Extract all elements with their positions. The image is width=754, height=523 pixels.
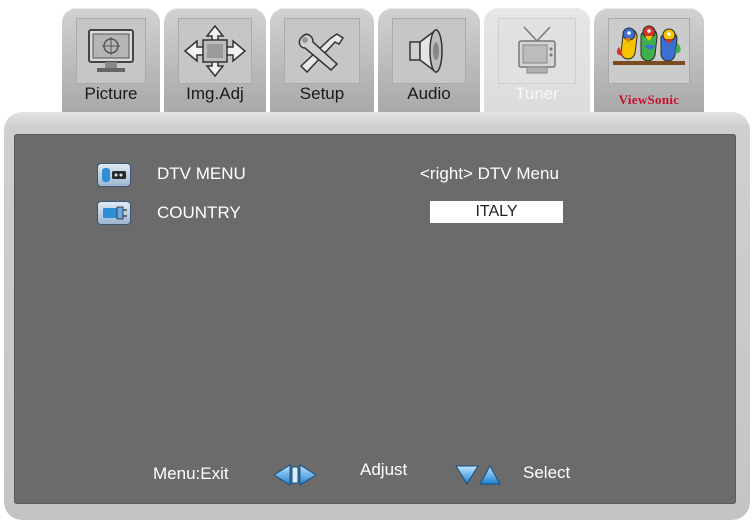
tab-label: Img.Adj [186,84,244,103]
move-arrows-icon [178,18,252,84]
dtv-icon [97,163,131,187]
tab-viewsonic[interactable]: ViewSonic [594,8,704,112]
speaker-icon [392,18,466,84]
tv-antenna-icon [498,18,576,84]
left-right-arrows-icon [272,462,318,488]
dtv-menu-value[interactable]: <right> DTV Menu [420,164,559,184]
menu-exit-hint: Menu:Exit [153,464,229,483]
tab-tuner[interactable]: Tuner [484,8,590,112]
tab-label: Tuner [515,84,559,103]
tab-audio[interactable]: Audio [378,8,480,112]
country-value-field[interactable]: ITALY [430,201,563,223]
tab-setup[interactable]: Setup [270,8,374,112]
tab-img-adj[interactable]: Img.Adj [164,8,266,112]
menu-panel [14,134,736,504]
tools-icon [284,18,360,84]
monitor-icon [76,18,146,84]
brand-name: ViewSonic [618,92,680,107]
viewsonic-birds-logo [608,18,690,84]
tab-label: Setup [299,84,345,103]
dtv-menu-label[interactable]: DTV MENU [157,164,246,184]
up-down-arrows-icon [454,460,502,488]
tab-picture[interactable]: Picture [62,8,160,112]
tab-label: Audio [407,84,451,103]
adjust-hint: Adjust [360,460,408,479]
country-icon [97,201,131,225]
country-label[interactable]: COUNTRY [157,203,241,223]
tab-label: Picture [84,84,138,103]
select-hint: Select [523,463,571,482]
